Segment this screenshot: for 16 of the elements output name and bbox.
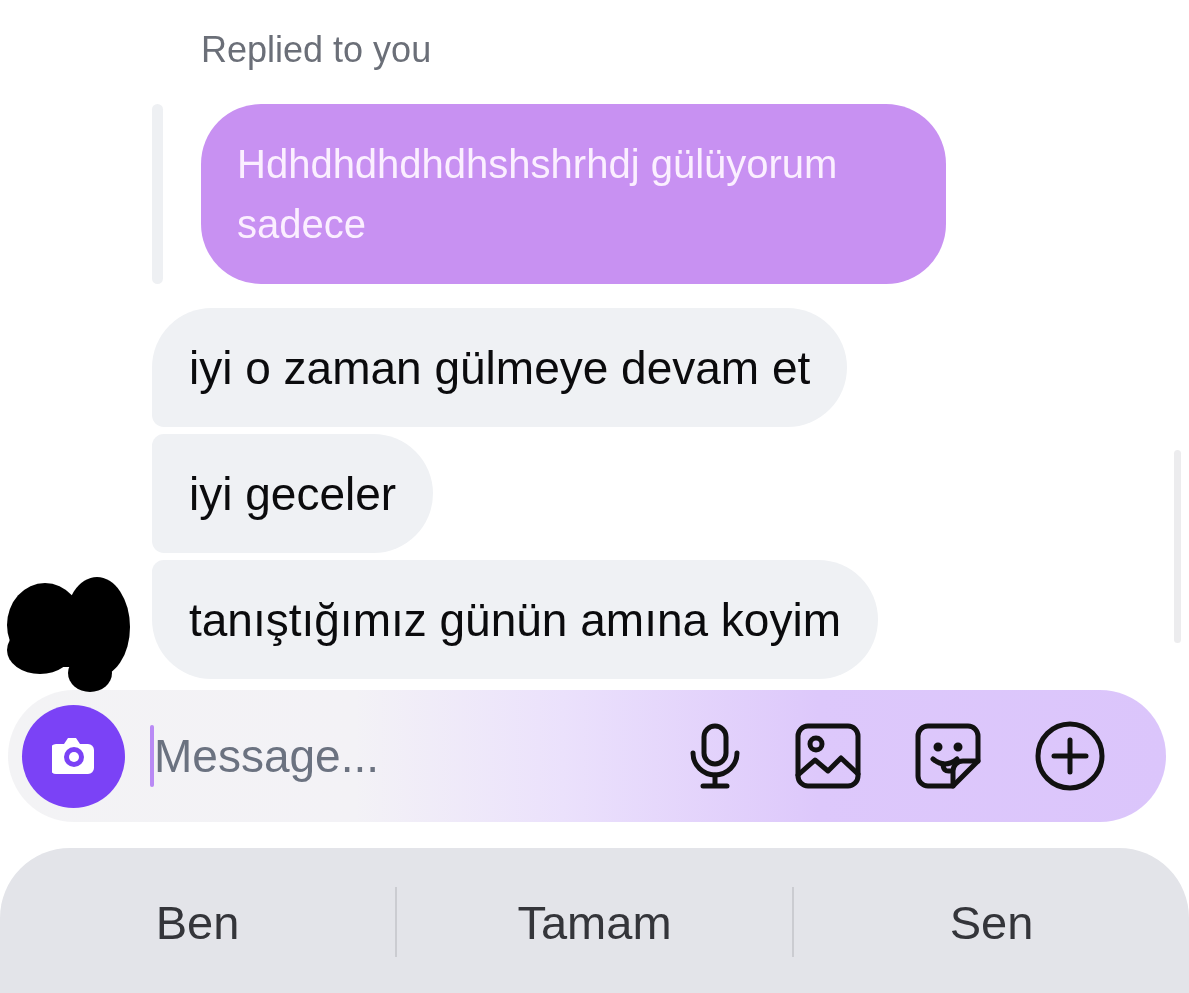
message-input[interactable]: Message...: [154, 726, 689, 786]
add-icon[interactable]: [1035, 721, 1105, 791]
message-bubble: iyi o zaman gülmeye devam et: [152, 308, 848, 427]
suggestion-button[interactable]: Tamam: [397, 886, 792, 958]
quoted-message-bubble: Hdhdhdhdhdhshshrhdj gülüyorum sadece: [201, 104, 946, 284]
message-bubble: iyi geceler: [152, 434, 434, 553]
message-bubble: tanıştığımız günün amına koyim: [152, 560, 878, 679]
image-icon[interactable]: [795, 723, 861, 789]
suggestion-button[interactable]: Sen: [794, 886, 1189, 958]
redaction-blot-icon: [5, 575, 130, 692]
camera-icon: [51, 737, 96, 775]
text-caret: [150, 725, 154, 787]
suggestion-button[interactable]: Ben: [0, 886, 395, 958]
microphone-icon[interactable]: [689, 723, 741, 789]
sticker-icon[interactable]: [915, 723, 981, 789]
reply-label: Replied to you: [201, 28, 433, 72]
